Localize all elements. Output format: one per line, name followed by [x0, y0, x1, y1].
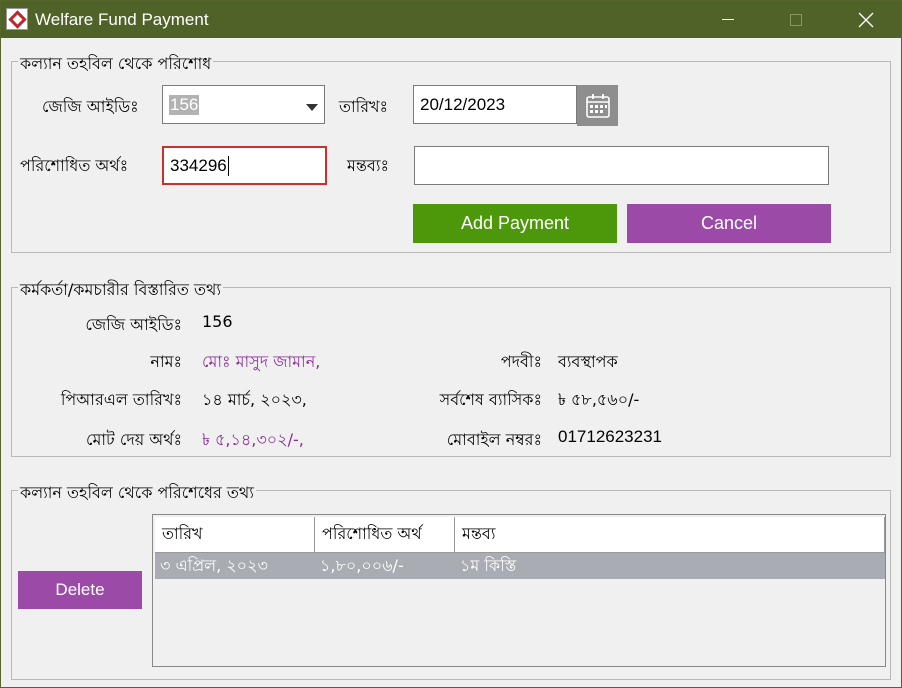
payment-history-table[interactable]: তারিখ পরিশোধিত অর্থ মন্তব্য ৩ এপ্রিল, ২০… — [152, 514, 886, 667]
remarks-input[interactable] — [414, 146, 829, 185]
minimize-button[interactable] — [705, 1, 751, 38]
paid-amount-input[interactable]: 334296 — [162, 146, 327, 185]
date-field[interactable]: 20/12/2023 — [413, 85, 577, 124]
cancel-button[interactable]: Cancel — [627, 204, 831, 243]
minimize-icon — [722, 19, 734, 20]
gg-id-dropdown[interactable]: 156 — [162, 85, 325, 124]
employee-group-legend: কর্মকর্তা/কমচারীর বিস্তারিত তথ্য — [18, 277, 224, 304]
window-title: Welfare Fund Payment — [35, 10, 209, 29]
emp-gg-id-label: জেজি আইডিঃ — [85, 315, 182, 334]
text-caret — [227, 155, 229, 176]
remarks-label: মন্তব্যঃ — [347, 156, 389, 175]
close-icon — [858, 12, 874, 27]
emp-gg-id-value: 156 — [202, 312, 233, 331]
paid-amount-label: পরিশোধিত অর্থঃ — [20, 156, 129, 175]
paid-amount-value: 334296 — [170, 155, 227, 175]
app-logo-icon — [6, 8, 28, 30]
date-label: তারিখঃ — [339, 97, 389, 116]
title-bar: Welfare Fund Payment — [1, 1, 901, 38]
calendar-button[interactable] — [577, 85, 618, 126]
payment-group-legend: কল্যান তহবিল থেকে পরিশোধ — [18, 51, 214, 78]
payment-history-groupbox: কল্যান তহবিল থেকে পরিশেধের তথ্য Delete ত… — [11, 480, 891, 680]
payment-groupbox: কল্যান তহবিল থেকে পরিশোধ জেজি আইডিঃ 156 … — [11, 51, 891, 253]
delete-button[interactable]: Delete — [18, 571, 142, 609]
chevron-down-icon[interactable] — [306, 104, 318, 111]
name-value: মোঃ মাসুদ জামান, — [202, 352, 321, 371]
maximize-button[interactable] — [773, 1, 819, 38]
designation-value: ব্যবস্থাপক — [558, 352, 618, 371]
close-button[interactable] — [843, 1, 889, 38]
add-payment-button[interactable]: Add Payment — [413, 204, 617, 243]
name-label: নামঃ — [150, 352, 182, 371]
last-basic-value: ৳ ৫৮,৫৬০/- — [558, 390, 640, 409]
calendar-icon — [585, 93, 610, 118]
total-payable-label: মোট দেয় অর্থঃ — [86, 430, 182, 449]
column-header-paid-amount[interactable]: পরিশোধিত অর্থ — [315, 517, 455, 553]
table-header: তারিখ পরিশোধিত অর্থ মন্তব্য — [155, 517, 885, 553]
employee-details-groupbox: কর্মকর্তা/কমচারীর বিস্তারিত তথ্য জেজি আই… — [11, 277, 891, 457]
row-paid-amount-cell: ১,৮০,০০৬/- — [320, 555, 404, 575]
total-payable-value: ৳ ৫,১৪,৩০২/-, — [202, 430, 304, 449]
last-basic-label: সর্বশেষ ব্যাসিকঃ — [439, 390, 542, 409]
column-header-date[interactable]: তারিখ — [155, 517, 315, 553]
maximize-icon — [790, 13, 802, 26]
gg-id-selected-value: 156 — [169, 94, 200, 115]
prl-date-label: পিআরএল তারিখঃ — [60, 390, 182, 409]
designation-label: পদবীঃ — [500, 352, 542, 371]
prl-date-value: ১৪ মার্চ, ২০২৩, — [202, 390, 307, 409]
mobile-label: মোবাইল নম্বরঃ — [446, 430, 542, 449]
row-remarks-cell: ১ম কিস্তি — [460, 555, 517, 575]
row-date-cell: ৩ এপ্রিল, ২০২৩ — [160, 555, 268, 575]
table-row[interactable]: ৩ এপ্রিল, ২০২৩ ১,৮০,০০৬/- ১ম কিস্তি — [155, 553, 885, 579]
column-header-remarks[interactable]: মন্তব্য — [455, 517, 885, 553]
mobile-value: 01712623231 — [558, 427, 663, 446]
gg-id-label: জেজি আইডিঃ — [42, 97, 139, 116]
history-group-legend: কল্যান তহবিল থেকে পরিশেধের তথ্য — [18, 480, 256, 507]
